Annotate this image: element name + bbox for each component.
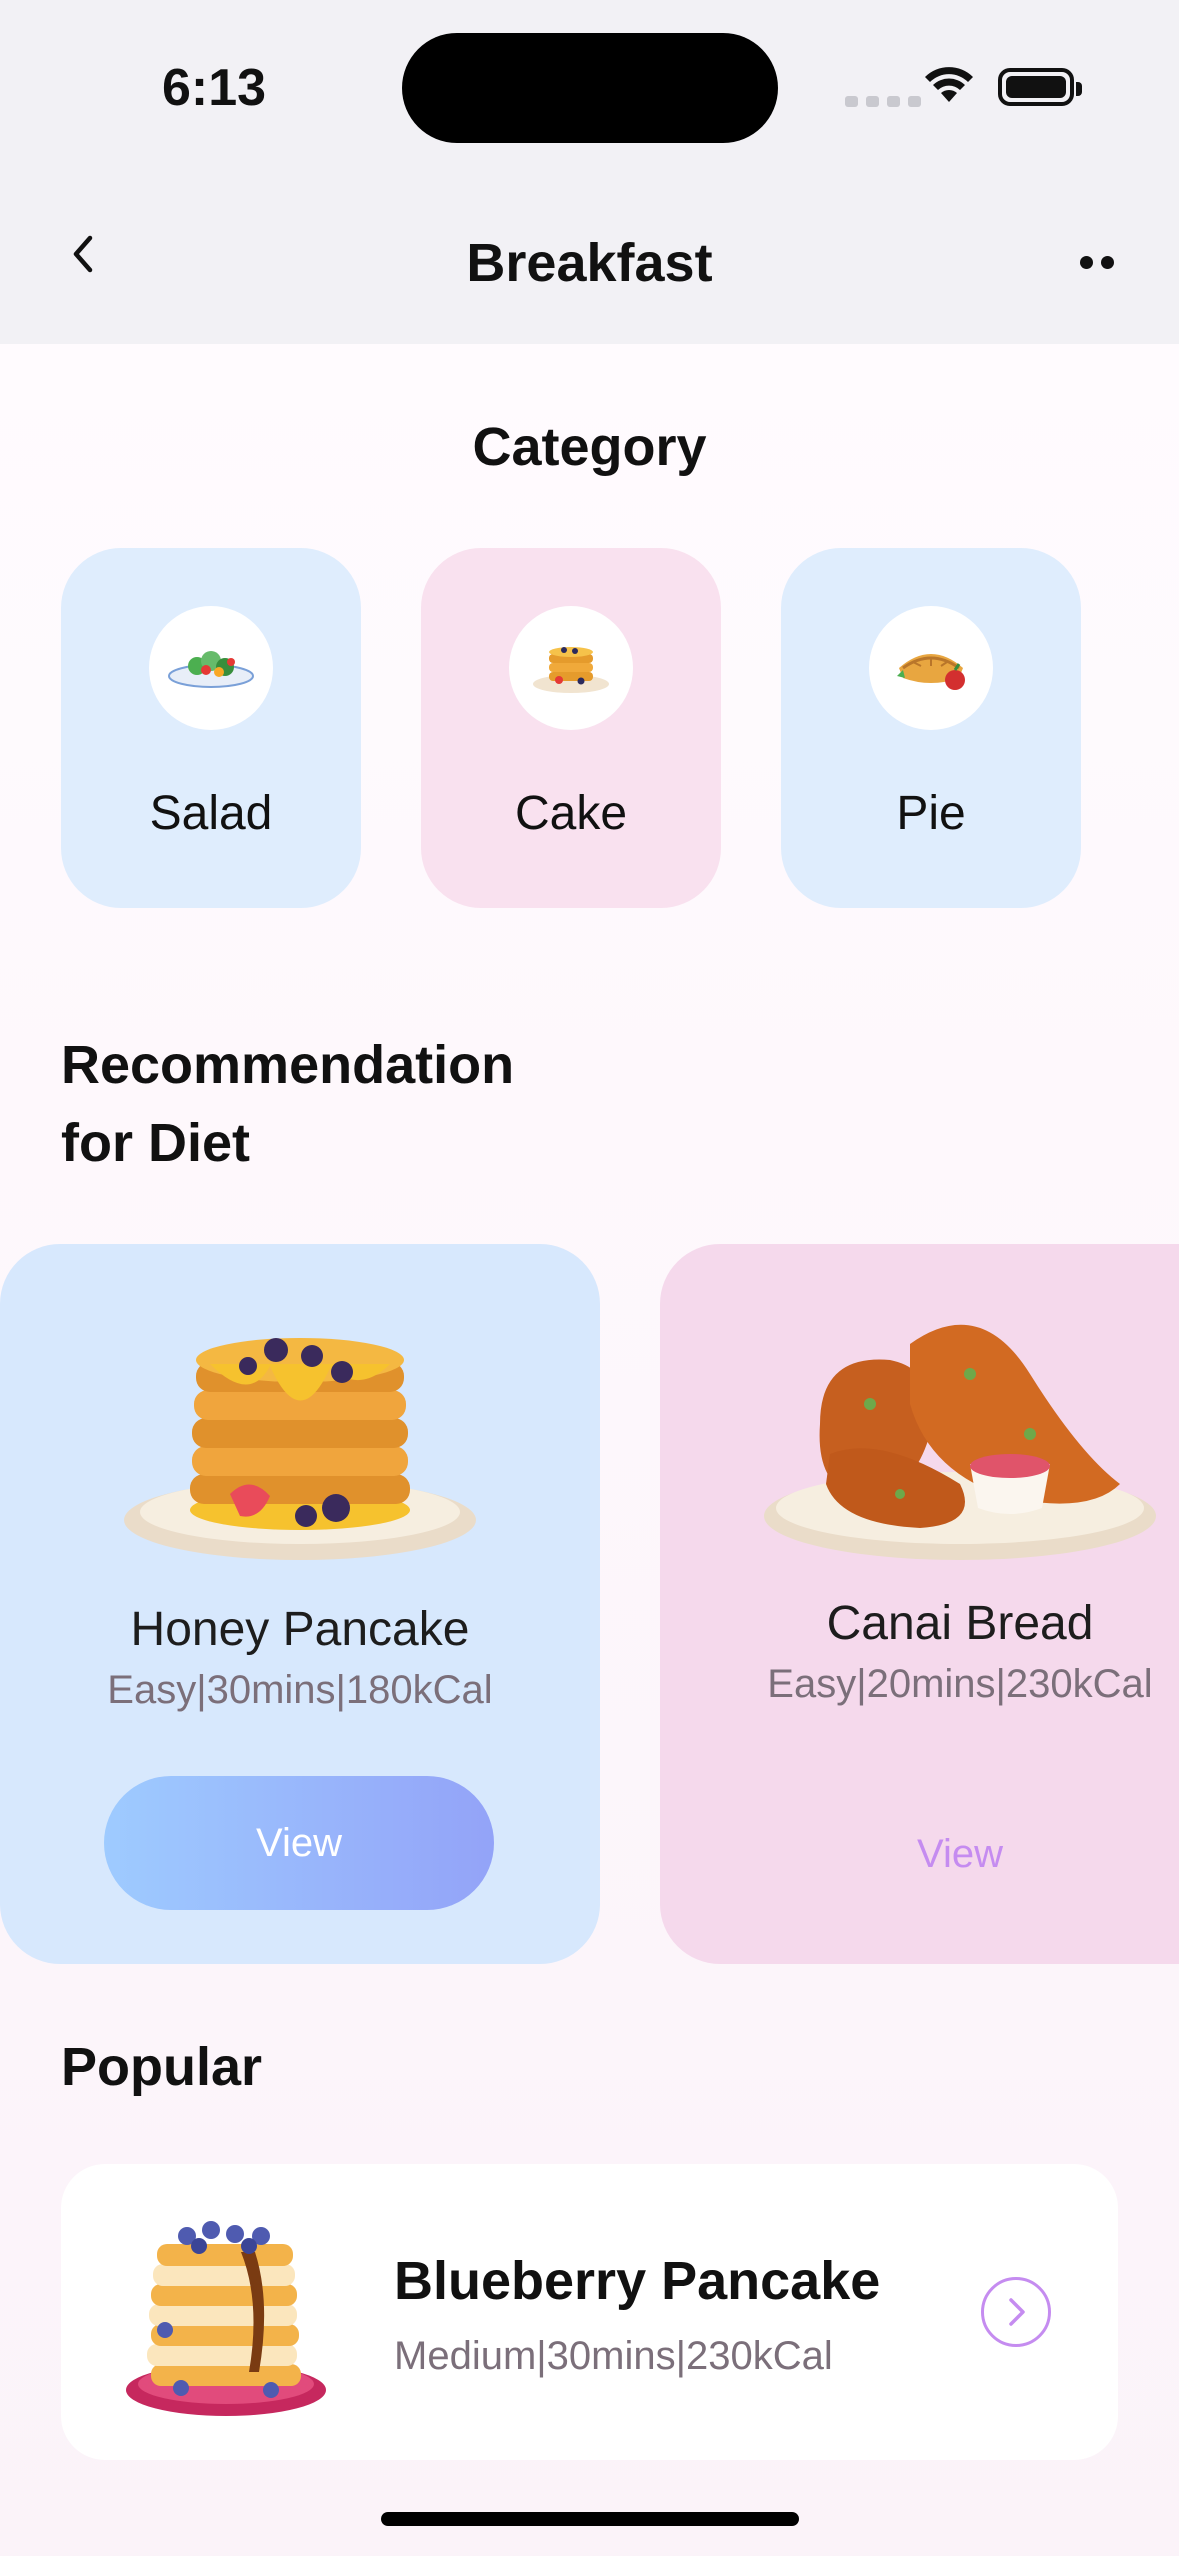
signal-icon — [845, 96, 921, 107]
category-card-cake[interactable]: Cake — [421, 548, 721, 908]
recipe-name: Canai Bread — [826, 1597, 1094, 1650]
view-button[interactable]: View — [660, 1832, 1179, 1877]
recommendation-heading: Recommendation for Diet — [61, 1026, 514, 1182]
recipe-meta: Easy|30mins|180kCal — [107, 1668, 493, 1712]
navigation-bar: Breakfast — [0, 170, 1179, 344]
recommendation-heading-line1: Recommendation — [61, 1035, 515, 1095]
pancake-icon — [509, 606, 633, 730]
recommendation-heading-line2: for Diet — [61, 1113, 250, 1173]
category-card-salad[interactable]: Salad — [61, 548, 361, 908]
chevron-right-circle-icon[interactable] — [981, 2277, 1051, 2347]
category-heading: Category — [472, 417, 707, 477]
recommendation-card-canai-bread: Canai Bread Easy|20mins|230kCal View — [660, 1244, 1179, 1964]
category-label: Cake — [514, 787, 628, 840]
salad-icon — [149, 606, 273, 730]
wifi-icon — [925, 67, 973, 102]
blueberry-pancake-image — [126, 2221, 326, 2416]
page-title: Breakfast — [466, 233, 713, 293]
main-content: Category Salad Cake Pie Recommendation f… — [0, 344, 1179, 2556]
honey-pancake-image — [124, 1338, 476, 1560]
dynamic-island — [402, 33, 778, 143]
popular-heading: Popular — [61, 2037, 263, 2097]
home-indicator — [381, 2512, 799, 2526]
category-label: Salad — [149, 787, 273, 840]
recipe-name: Honey Pancake — [130, 1603, 470, 1656]
popular-item-meta: Medium|30mins|230kCal — [394, 2334, 833, 2378]
recipe-meta: Easy|20mins|230kCal — [767, 1662, 1153, 1706]
popular-item-blueberry-pancake[interactable]: Blueberry Pancake Medium|30mins|230kCal — [61, 2164, 1118, 2460]
recommendation-card-honey-pancake: Honey Pancake Easy|30mins|180kCal View — [0, 1244, 600, 1964]
popular-item-name: Blueberry Pancake — [394, 2251, 881, 2311]
battery-icon — [998, 68, 1082, 106]
canai-bread-image — [764, 1324, 1156, 1560]
category-card-pie[interactable]: Pie — [781, 548, 1081, 908]
view-button[interactable]: View — [104, 1776, 494, 1910]
more-dots-icon[interactable] — [1080, 256, 1114, 269]
status-time: 6:13 — [162, 59, 267, 117]
pie-icon — [869, 606, 993, 730]
status-bar: 6:13 — [0, 0, 1179, 170]
category-label: Pie — [896, 787, 966, 840]
